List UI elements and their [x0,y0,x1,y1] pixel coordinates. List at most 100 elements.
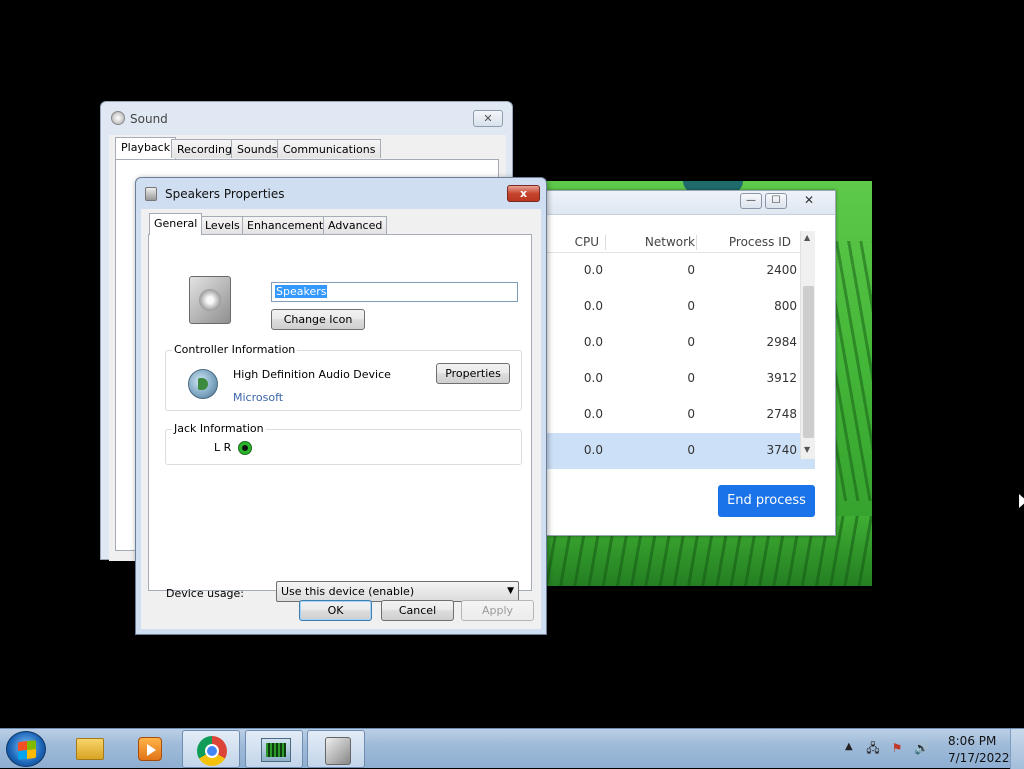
controller-vendor: Microsoft [233,391,284,404]
cell-process-id: 2748 [766,407,797,421]
chevron-down-icon: ▼ [507,586,514,596]
volume-icon[interactable]: 🔊 [914,741,929,755]
jack-information-group: Jack Information L R [165,422,522,465]
ok-button[interactable]: OK [299,600,372,621]
scroll-up-icon[interactable]: ▲ [804,233,810,242]
clock-date[interactable]: 7/17/2022 [948,751,1010,765]
tab-playback[interactable]: Playback [115,137,177,159]
clock-time[interactable]: 8:06 PM [948,734,996,748]
device-usage-value: Use this device (enable) [281,585,415,598]
maximize-button[interactable]: ☐ [765,193,787,209]
taskbar: ▲ 🖧 ⚑ 🔊 8:06 PM 7/17/2022 [0,728,1024,769]
table-row[interactable]: 0.0 0 2400 [547,253,815,289]
table-row[interactable]: 0.0 0 2748 [547,397,815,433]
cell-network: 0 [687,371,695,385]
speaker-icon [145,187,157,201]
show-desktop-button[interactable] [1010,729,1024,769]
table-header: CPU Network Process ID [547,231,815,253]
close-button[interactable]: x [507,185,540,202]
controller-information-group: Controller Information High Definition A… [165,343,522,411]
cell-network: 0 [687,407,695,421]
cell-process-id: 2984 [766,335,797,349]
network-icon[interactable]: 🖧 [866,741,880,755]
tab-sounds[interactable]: Sounds [231,139,284,158]
task-manager-icon [261,738,291,762]
taskbar-media-player[interactable] [120,730,178,768]
dialog-title: Speakers Properties [165,187,285,201]
close-button[interactable]: ✕ [790,193,828,209]
speaker-icon [111,111,125,125]
audio-device-icon [188,369,218,399]
scroll-down-icon[interactable]: ▼ [804,445,810,454]
controller-properties-button[interactable]: Properties [436,363,510,384]
group-legend: Controller Information [172,343,298,356]
device-name-text: Speakers [275,285,328,298]
chrome-icon [197,736,227,766]
tab-levels[interactable]: Levels [200,216,245,234]
jack-channels: L R [214,441,232,454]
cell-process-id: 3912 [766,371,797,385]
cancel-button[interactable]: Cancel [381,600,454,621]
group-legend: Jack Information [172,422,266,435]
cell-cpu: 0.0 [583,335,603,349]
window-titlebar[interactable]: — ☐ ✕ [547,191,835,215]
table-row[interactable]: 0.0 0 800 [547,289,815,325]
taskbar-chrome[interactable] [182,730,240,768]
minimize-button[interactable]: — [740,193,762,209]
device-name-input[interactable]: Speakers [271,282,518,302]
cell-cpu: 0.0 [583,407,603,421]
column-header-process-id[interactable]: Process ID [729,235,791,249]
vertical-scrollbar[interactable]: ▲ ▼ [800,231,815,459]
grass-art [832,241,872,501]
column-divider[interactable] [696,235,697,250]
cell-process-id: 800 [774,299,797,313]
cell-process-id: 2400 [766,263,797,277]
start-button[interactable] [6,731,46,767]
cell-network: 0 [687,335,695,349]
process-table: CPU Network Process ID 0.0 0 2400 0.0 0 … [547,231,815,469]
cell-network: 0 [687,443,695,457]
process-list-window: — ☐ ✕ CPU Network Process ID 0.0 0 2400 … [547,190,836,536]
tab-communications[interactable]: Communications [277,139,382,158]
speakers-properties-dialog: Speakers Properties x General Levels Enh… [135,177,547,635]
column-header-cpu[interactable]: CPU [575,235,599,249]
speaker-icon [325,737,351,765]
taskbar-explorer[interactable] [60,730,118,768]
tab-advanced[interactable]: Advanced [323,216,388,234]
tab-enhancements[interactable]: Enhancements [242,216,334,234]
device-usage-dropdown[interactable]: Use this device (enable) ▼ [276,581,519,602]
speaker-icon [189,276,231,324]
table-row[interactable]: 0.0 0 2984 [547,325,815,361]
cell-process-id: 3740 [766,443,797,457]
jack-color-icon [238,441,252,455]
cell-cpu: 0.0 [583,371,603,385]
tab-recording[interactable]: Recording [171,139,239,158]
table-row-selected[interactable]: 0.0 0 3740 [547,433,815,469]
show-hidden-icons-icon[interactable]: ▲ [845,741,853,752]
controller-name: High Definition Audio Device [233,368,391,381]
change-icon-button[interactable]: Change Icon [271,309,365,330]
end-process-button[interactable]: End process [718,485,815,517]
taskbar-sound[interactable] [307,730,365,768]
dialog-body: General Levels Enhancements Advanced Spe… [141,209,541,629]
device-usage-label: Device usage: [166,587,245,600]
cell-network: 0 [687,299,695,313]
cell-network: 0 [687,263,695,277]
column-divider[interactable] [605,235,606,250]
table-row[interactable]: 0.0 0 3912 [547,361,815,397]
folder-icon [76,738,104,760]
taskbar-task-manager[interactable] [245,730,303,768]
action-center-flag-icon[interactable]: ⚑ [890,741,904,755]
column-header-network[interactable]: Network [645,235,695,249]
cell-cpu: 0.0 [583,443,603,457]
cell-cpu: 0.0 [583,299,603,313]
scrollbar-thumb[interactable] [803,286,814,438]
cell-cpu: 0.0 [583,263,603,277]
apply-button[interactable]: Apply [461,600,534,621]
mouse-cursor-icon [1019,494,1024,508]
general-tab-panel: Speakers Change Icon Controller Informat… [148,234,532,602]
windows-logo-icon [18,740,36,760]
window-title: Sound [130,112,168,126]
close-button[interactable]: ✕ [473,110,503,127]
tab-general[interactable]: General [149,213,203,235]
